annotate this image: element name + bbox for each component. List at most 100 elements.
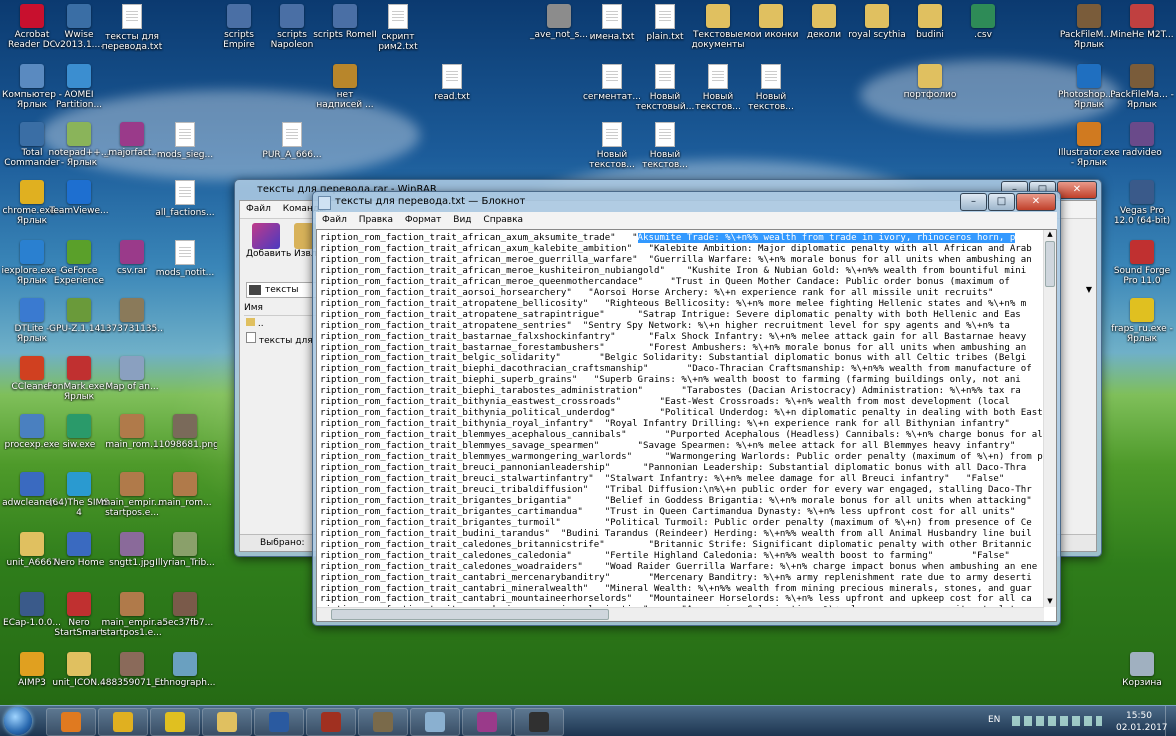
desktop-icon[interactable]: radvideo [1110,122,1174,158]
horizontal-scrollbar[interactable] [317,607,1044,621]
selected-text: Aksumite Trade: %\+n%% wealth from trade… [637,233,1016,243]
clock-time[interactable]: 15:50 [1126,711,1152,721]
desktop-icon[interactable]: a5ec37fb7... [153,592,217,628]
app-icon [20,532,44,556]
desktop-icon[interactable]: 1373731135... [100,298,164,334]
taskbar-button-app-triangles[interactable] [150,708,200,736]
text-file-icon [655,4,675,29]
show-desktop-button[interactable] [1165,706,1176,736]
desktop-icon[interactable]: AOMEI Partition... [47,64,111,110]
menu-view[interactable]: Вид [453,215,471,225]
taskbar-button-explorer[interactable] [202,708,252,736]
desktop-icon[interactable]: TeamViewe... [47,180,111,216]
text-line: ription_rom_faction_trait_budini_tarandu… [320,528,1032,539]
close-button[interactable]: ✕ [1016,193,1056,211]
desktop-icon[interactable]: mods_notit... [153,240,217,278]
vertical-scroll-thumb[interactable] [1045,241,1055,287]
close-button[interactable]: ✕ [1057,181,1097,199]
desktop-icon[interactable]: нет надписей ... [313,64,377,110]
app-icon [1130,298,1154,322]
desktop-icon[interactable]: Vegas Pro 12.0 (64-bit) [1110,180,1174,226]
scroll-down-arrow[interactable]: ▼ [1044,597,1056,607]
desktop-icon[interactable]: read.txt [420,64,484,102]
desktop-icon-label: 1373731135... [100,324,164,334]
desktop-icon-label: mods_sieg... [156,150,214,160]
scroll-up-arrow[interactable]: ▲ [1044,230,1056,240]
tray-icons[interactable] [1012,716,1102,726]
game-shield-icon [373,712,393,732]
column-name-header[interactable]: Имя [244,301,318,316]
desktop-icon-label: read.txt [434,92,470,102]
desktop-icon[interactable]: PUR_A_666... [260,122,324,160]
menu-edit[interactable]: Правка [359,215,393,225]
winrar-menu-file[interactable]: Файл [246,204,271,214]
text-content[interactable]: ription_rom_faction_trait_african_axum_a… [320,233,1043,607]
text-line: ription_rom_faction_trait_caledones_cale… [320,550,1010,561]
desktop-icon[interactable]: all_factions... [153,180,217,218]
desktop-icon[interactable]: Корзина [1110,652,1174,688]
text-line: ription_rom_faction_trait_breuci_tribald… [320,484,1032,495]
desktop-icon[interactable]: fraps_ru.exe - Ярлык [1110,298,1174,344]
desktop-icon[interactable]: Illyrian_Trib... [153,532,217,568]
app-icon [120,592,144,616]
taskbar-button-chrome[interactable] [98,708,148,736]
desktop-icon[interactable]: main_rom... [153,472,217,508]
minimize-button[interactable]: – [960,193,987,211]
add-button[interactable]: Добавить [246,223,291,259]
notepad-titlebar[interactable]: тексты для перевода.txt — Блокнот – □ ✕ [313,192,1060,212]
text-editor[interactable]: ription_rom_faction_trait_african_axum_a… [316,229,1057,622]
text-line: ription_rom_faction_trait_cantabri_merce… [320,572,1032,583]
desktop-icon[interactable]: тексты для перевода.txt [100,4,164,52]
taskbar-button-notepad[interactable] [410,708,460,736]
app-icon [812,4,836,28]
desktop-icon[interactable]: Sound Forge Pro 11.0 [1110,240,1174,286]
notepad-title: тексты для перевода.txt — Блокнот [335,196,526,207]
horizontal-scroll-thumb[interactable] [331,609,609,620]
desktop-icon[interactable]: mods_sieg... [153,122,217,160]
maximize-button[interactable]: □ [988,193,1015,211]
system-tray: EN 15:50 02.01.2017 [976,706,1176,736]
desktop-icon-label: Sound Forge Pro 11.0 [1113,266,1171,286]
taskbar-button-game-rome[interactable] [306,708,356,736]
menu-format[interactable]: Формат [405,215,442,225]
notepad-app-icon [318,196,331,210]
menu-file[interactable]: Файл [322,215,347,225]
notepad-window[interactable]: тексты для перевода.txt — Блокнот – □ ✕ … [312,191,1061,626]
menu-help[interactable]: Справка [483,215,523,225]
vertical-scrollbar[interactable]: ▲ ▼ [1043,230,1056,607]
taskbar-button-media-player[interactable] [46,708,96,736]
taskbar-button-save-disk[interactable] [254,708,304,736]
desktop-icon[interactable]: портфолио [898,64,962,100]
clock-date[interactable]: 02.01.2017 [1116,723,1168,733]
desktop-icon-label: Ethnograph... [154,678,216,688]
app-icon [67,652,91,676]
start-button[interactable] [4,707,32,735]
up-folder-icon[interactable] [249,285,261,295]
folder-icon [246,318,255,326]
desktop-icon-label: fraps_ru.exe - Ярлык [1111,324,1173,344]
taskbar-button-winrar[interactable] [462,708,512,736]
taskbar-button-game-shield[interactable] [358,708,408,736]
desktop-icon[interactable]: PackFileMa... - Ярлык [1110,64,1174,110]
desktop-icon[interactable]: Map of an... [100,356,164,392]
desktop-icon[interactable]: Новый текстов... [633,122,697,170]
chevron-down-icon[interactable]: ▼ [1086,285,1092,294]
desktop-icon[interactable]: 11098681.png [153,414,217,450]
desktop-icon[interactable]: MineHe M2T... [1110,4,1174,40]
list-item[interactable]: .. [246,318,264,329]
app-icon [120,472,144,496]
language-indicator[interactable]: EN [988,715,1000,725]
app-icon [865,4,889,28]
desktop-icon-label: Map of an... [105,382,159,392]
text-file-icon [282,122,302,147]
app-icon [173,652,197,676]
desktop-icon[interactable]: Новый текстов... [739,64,803,112]
desktop-icon[interactable]: скрипт рим2.txt [366,4,430,52]
app-icon [333,64,357,88]
desktop-icon-label: Новый текстов... [642,150,688,170]
path-bar[interactable]: тексты [246,282,318,298]
text-line: ription_rom_faction_trait_biephi_superb_… [320,375,1021,386]
desktop-icon[interactable]: .csv [951,4,1015,40]
taskbar-button-terminal[interactable] [514,708,564,736]
desktop-icon[interactable]: Ethnograph... [153,652,217,688]
